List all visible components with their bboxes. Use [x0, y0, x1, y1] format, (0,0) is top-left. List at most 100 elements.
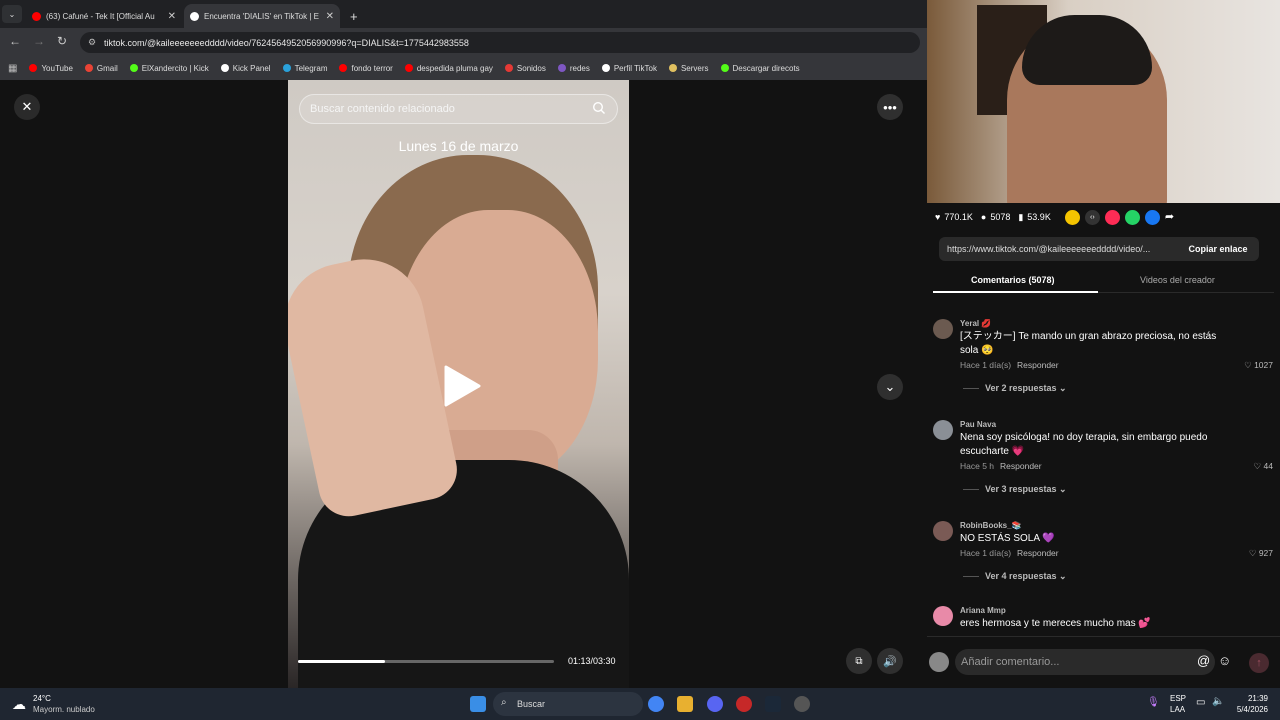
reload-icon[interactable]: ↻	[57, 34, 67, 48]
clock-time[interactable]: 21:39	[1240, 694, 1268, 703]
right-panel: ♥ 770.1K ● 5078 ▮ 53.9K ‹› ➦ https://www.ti…	[927, 203, 1280, 688]
windows-start-icon[interactable]	[470, 696, 486, 712]
save-button[interactable]: ▮ 53.9K	[1018, 212, 1050, 223]
bookmark-item[interactable]: despedida pluma gay	[404, 64, 493, 73]
bookmark-item[interactable]: redes	[557, 64, 590, 73]
search-icon: ⌕	[501, 697, 507, 708]
bookmark-item[interactable]: YouTube	[29, 64, 73, 73]
bookmark-item[interactable]: ElXandercito | Kick	[129, 64, 209, 73]
comment-username[interactable]: RobinBooks_📚	[960, 521, 1022, 530]
obs-icon[interactable]	[794, 696, 810, 712]
progress-bar[interactable]	[298, 660, 554, 663]
reply-button[interactable]: Responder	[1017, 360, 1059, 370]
clock-date[interactable]: 5/4/2026	[1228, 705, 1268, 714]
weather-icon[interactable]: ☁	[12, 696, 26, 713]
forward-arrow-icon[interactable]: →	[33, 34, 45, 48]
tab-youtube[interactable]: (63) Cafuné - Tek It [Official Au ✕	[26, 4, 182, 28]
tab-comments[interactable]: Comentarios (5078)	[971, 275, 1055, 285]
like-button[interactable]: ♥ 770.1K	[935, 212, 973, 222]
taskbar-search[interactable]: ⌕ Buscar	[493, 692, 643, 716]
emoji-icon[interactable]: ☺	[1218, 653, 1231, 668]
save-count: 53.9K	[1027, 212, 1051, 222]
language-code[interactable]: ESP	[1170, 694, 1186, 703]
bookmark-item[interactable]: Descargar direcots	[720, 64, 800, 73]
comment-item: Yeral 💋 [ステッカー] Te mando un gran abrazo p…	[933, 319, 1273, 409]
more-options-button[interactable]: •••	[877, 94, 903, 120]
avatar[interactable]	[933, 606, 953, 626]
bookmark-favicon-icon	[720, 64, 729, 72]
tab-tiktok[interactable]: Encuentra 'DIALIS' en TikTok | E ✕	[184, 4, 340, 28]
copy-link-button[interactable]: Copiar enlace	[1177, 237, 1259, 261]
comment-like-button[interactable]: ♡ 927	[1249, 548, 1273, 559]
chrome-icon[interactable]	[648, 696, 664, 712]
send-comment-button[interactable]: ↑	[1249, 653, 1269, 673]
apps-grid-icon[interactable]: ▦	[8, 63, 17, 74]
network-icon[interactable]: ▭	[1196, 697, 1205, 708]
speaker-icon[interactable]: 🔈	[1212, 696, 1224, 707]
view-replies-button[interactable]: Ver 4 respuestas ⌄	[963, 571, 1067, 582]
bookmark-item[interactable]: Kick Panel	[220, 64, 271, 73]
bookmark-item[interactable]: Gmail	[84, 64, 118, 73]
heart-outline-icon: ♡	[1253, 461, 1264, 471]
url-input[interactable]: ⚙ tiktok.com/@kaileeeeeeedddd/video/7624…	[80, 32, 920, 53]
comment-button[interactable]: ● 5078	[981, 212, 1010, 222]
close-icon[interactable]: ✕	[326, 11, 334, 22]
bookmarks-bar: ▦ YouTube Gmail ElXandercito | Kick Kick Pa…	[0, 56, 927, 80]
avatar[interactable]	[933, 521, 953, 541]
comment-item: Pau Nava Nena soy psicóloga! no doy terap…	[933, 420, 1273, 510]
coin-icon[interactable]	[1064, 209, 1080, 225]
floating-player-button[interactable]: ⧉	[846, 648, 872, 674]
comment-item: Ariana Mmp eres hermosa y te mereces much…	[933, 606, 1273, 636]
bookmark-item[interactable]: Telegram	[282, 64, 327, 73]
close-icon[interactable]: ✕	[168, 11, 176, 22]
bookmark-favicon-icon	[129, 64, 138, 72]
discord-icon[interactable]	[707, 696, 723, 712]
mention-icon[interactable]: @	[1197, 653, 1210, 668]
comment-like-button[interactable]: ♡ 44	[1254, 461, 1273, 472]
bookmark-item[interactable]: fondo terror	[339, 63, 393, 73]
next-video-button[interactable]: ⌄	[877, 374, 903, 400]
comment-username[interactable]: Yeral 💋	[960, 319, 991, 328]
whatsapp-icon[interactable]	[1124, 209, 1140, 225]
bookmark-label: fondo terror	[351, 63, 393, 73]
url-text: tiktok.com/@kaileeeeeeedddd/video/762456…	[104, 37, 469, 48]
comment-icon: ●	[980, 212, 987, 222]
reply-button[interactable]: Responder	[1000, 461, 1042, 471]
back-arrow-icon[interactable]: ←	[9, 34, 21, 48]
close-video-button[interactable]: ✕	[14, 94, 40, 120]
reply-button[interactable]: Responder	[1017, 548, 1059, 558]
bookmark-item[interactable]: Sonidos	[504, 64, 546, 73]
bookmark-item[interactable]: Perfil TikTok	[601, 63, 657, 73]
bookmark-favicon-icon	[504, 64, 513, 72]
comment-username[interactable]: Pau Nava	[960, 420, 996, 429]
steam-icon[interactable]	[765, 696, 781, 712]
view-replies-button[interactable]: Ver 3 respuestas ⌄	[963, 484, 1067, 495]
comment-input[interactable]: Añadir comentario...	[955, 649, 1215, 675]
share-arrow-icon[interactable]: ➦	[1165, 210, 1174, 225]
tab-search-button[interactable]: ⌄	[2, 5, 22, 23]
facebook-icon[interactable]	[1144, 209, 1160, 225]
bookmark-item[interactable]: Servers	[668, 64, 709, 73]
comment-username[interactable]: Ariana Mmp	[960, 606, 1006, 615]
send-icon[interactable]	[1104, 209, 1120, 225]
app-icon[interactable]	[736, 696, 752, 712]
bookmark-label: Perfil TikTok	[613, 63, 657, 73]
folder-icon[interactable]	[677, 696, 693, 712]
comment-like-button[interactable]: ♡ 1027	[1244, 360, 1273, 371]
volume-button[interactable]: 🔊	[877, 648, 903, 674]
view-replies-button[interactable]: Ver 2 respuestas ⌄	[963, 383, 1067, 394]
site-info-icon[interactable]: ⚙	[88, 37, 96, 48]
bookmark-icon: ▮	[1018, 211, 1024, 222]
new-tab-button[interactable]: +	[344, 4, 362, 28]
avatar[interactable]	[933, 319, 953, 339]
search-icon[interactable]	[592, 101, 606, 115]
play-icon[interactable]	[442, 364, 482, 408]
video-player[interactable]: Buscar contenido relacionado Lunes 16 de…	[288, 80, 629, 688]
microphone-icon[interactable]: 🎙	[1147, 697, 1160, 708]
tab-creator-videos[interactable]: Videos del creador	[1140, 275, 1215, 285]
related-search-input[interactable]: Buscar contenido relacionado	[299, 94, 618, 124]
keyboard-layout[interactable]: LAA	[1170, 705, 1185, 714]
share-link-text: https://www.tiktok.com/@kaileeeeeeedddd/…	[947, 244, 1151, 254]
avatar[interactable]	[933, 420, 953, 440]
embed-icon[interactable]: ‹›	[1084, 209, 1100, 225]
